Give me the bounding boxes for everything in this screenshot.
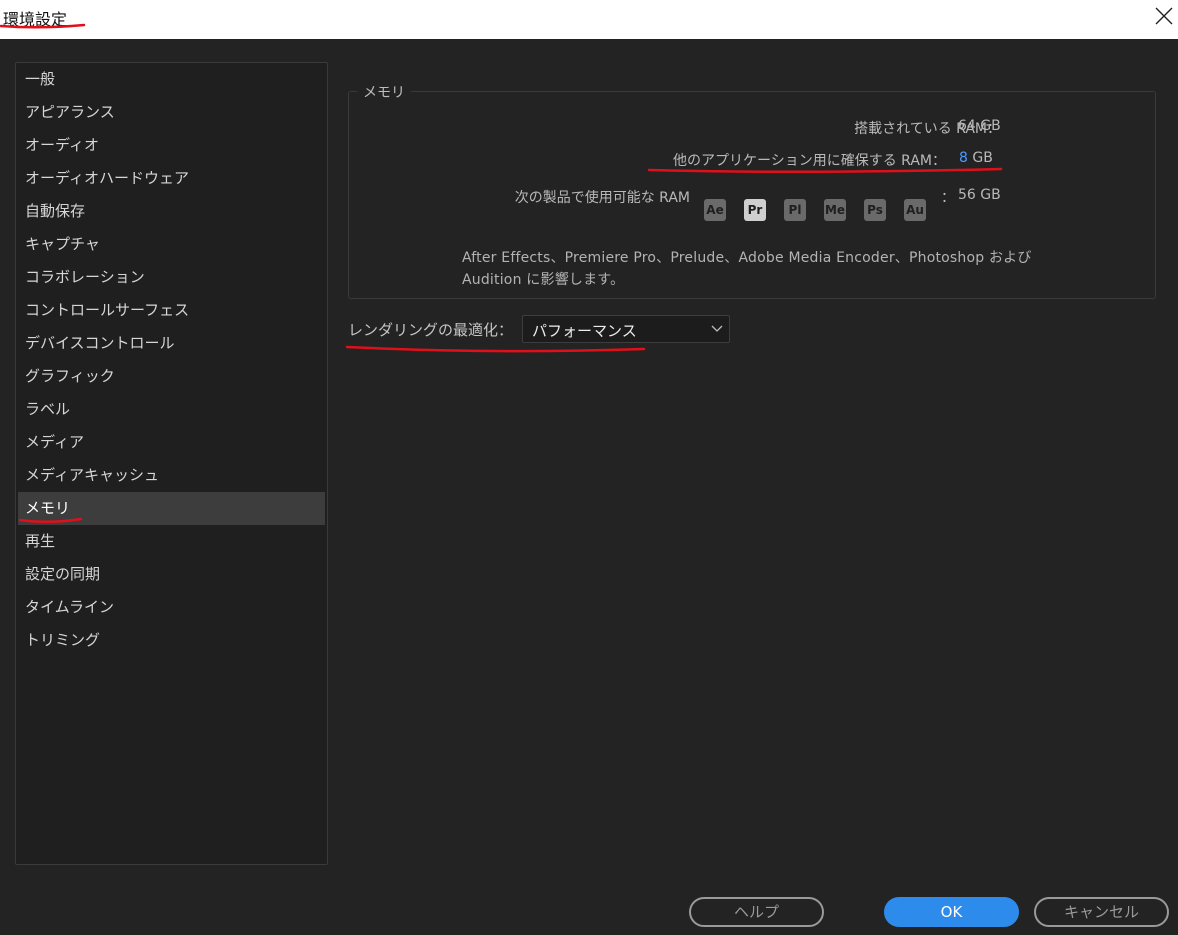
app-badge-au: Au — [904, 199, 926, 221]
rendering-selected-value: パフォーマンス — [532, 322, 637, 340]
sidebar-item[interactable]: アピアランス — [16, 96, 327, 129]
close-icon[interactable] — [1152, 4, 1176, 28]
app-badge-pl: Pl — [784, 199, 806, 221]
window-title: 環境設定 — [3, 10, 68, 29]
sidebar-item[interactable]: メモリ — [18, 492, 325, 525]
reserved-ram-unit: GB — [972, 150, 993, 166]
rendering-optimization-select[interactable]: パフォーマンス — [522, 315, 730, 343]
sidebar-item[interactable]: コントロールサーフェス — [16, 294, 327, 327]
app-badge-pr: Pr — [744, 199, 766, 221]
installed-ram-value: 64 GB — [958, 118, 1001, 134]
rendering-optimization-label: レンダリングの最適化： — [348, 321, 514, 339]
sidebar-item[interactable]: タイムライン — [16, 591, 327, 624]
available-ram-separator: ： — [941, 190, 955, 206]
annotation-underline-rendering — [345, 345, 646, 353]
description-line-1: After Effects、Premiere Pro、Prelude、Adobe… — [462, 250, 1032, 266]
app-badge-ae: Ae — [704, 199, 726, 221]
ok-button[interactable]: OK — [884, 897, 1019, 927]
sidebar-item[interactable]: コラボレーション — [16, 261, 327, 294]
sidebar-item[interactable]: デバイスコントロール — [16, 327, 327, 360]
sidebar-item[interactable]: メディアキャッシュ — [16, 459, 327, 492]
title-bar: 環境設定 — [0, 0, 1178, 39]
sidebar-item[interactable]: オーディオ — [16, 129, 327, 162]
sidebar-item[interactable]: オーディオハードウェア — [16, 162, 327, 195]
sidebar-item[interactable]: キャプチャ — [16, 228, 327, 261]
available-ram-label: 次の製品で使用可能な RAM — [514, 190, 690, 206]
help-button[interactable]: ヘルプ — [689, 897, 824, 927]
sidebar-item[interactable]: 一般 — [16, 63, 327, 96]
reserved-ram-field[interactable]: 8 GB — [959, 150, 993, 166]
sidebar-item[interactable]: メディア — [16, 426, 327, 459]
app-badge-me: Me — [824, 199, 846, 221]
reserved-ram-label: 他のアプリケーション用に確保する RAM： — [673, 153, 946, 169]
sidebar-item[interactable]: ラベル — [16, 393, 327, 426]
app-badge-ps: Ps — [864, 199, 886, 221]
memory-description: After Effects、Premiere Pro、Prelude、Adobe… — [462, 247, 1082, 291]
description-line-2: Audition に影響します。 — [462, 272, 625, 288]
chevron-down-icon — [711, 325, 723, 332]
memory-groupbox: メモリ 搭載されている RAM： 64 GB 他のアプリケーション用に確保する … — [348, 82, 1156, 299]
sidebar-item[interactable]: 自動保存 — [16, 195, 327, 228]
memory-group-title: メモリ — [357, 82, 411, 102]
sidebar-item[interactable]: 設定の同期 — [16, 558, 327, 591]
sidebar-list: 一般 アピアランス オーディオ オーディオハードウェア 自動保存 キャプチャ コラボレーショ… — [16, 63, 327, 657]
app-badges: Ae Pr Pl Me Ps Au — [704, 199, 926, 221]
preferences-sidebar: 一般 アピアランス オーディオ オーディオハードウェア 自動保存 キャプチャ コラボレーショ… — [15, 62, 328, 865]
sidebar-item[interactable]: グラフィック — [16, 360, 327, 393]
sidebar-item[interactable]: トリミング — [16, 624, 327, 657]
cancel-button[interactable]: キャンセル — [1034, 897, 1169, 927]
sidebar-item[interactable]: 再生 — [16, 525, 327, 558]
available-ram-value: 56 GB — [958, 187, 1001, 203]
reserved-ram-value[interactable]: 8 — [959, 150, 968, 166]
